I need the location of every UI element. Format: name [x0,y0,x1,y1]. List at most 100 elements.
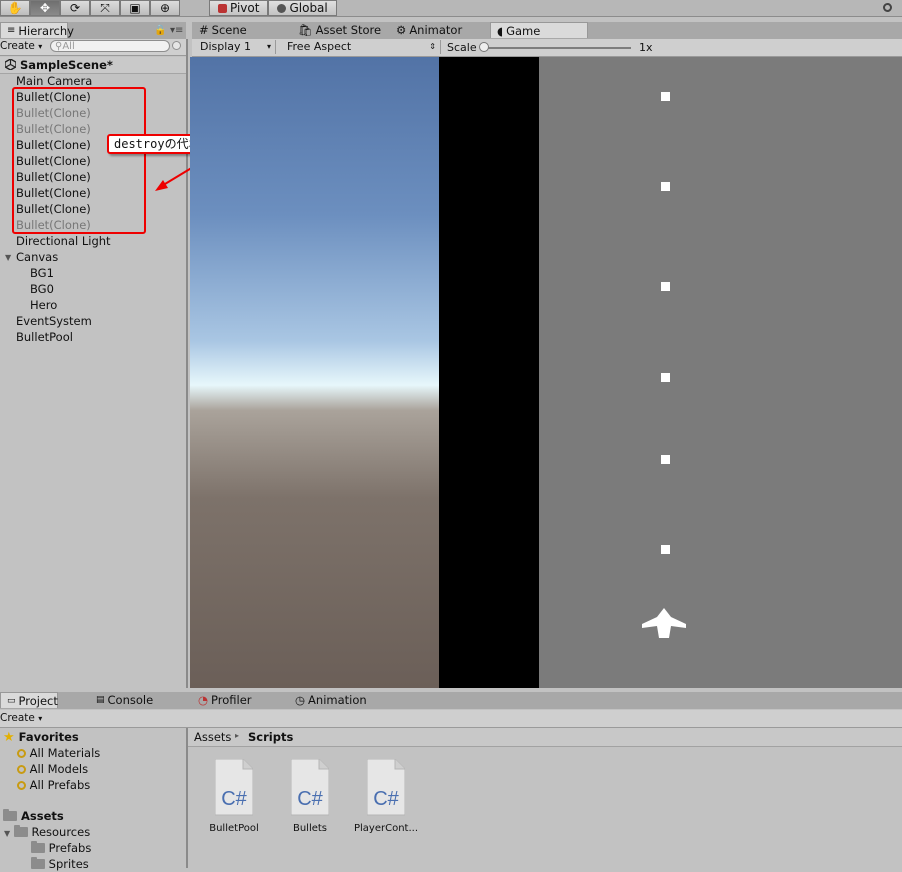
globe-icon [277,3,287,13]
display-dropdown[interactable]: Display 1 ▾ [196,40,276,54]
favorite-label: All Models [29,762,89,776]
hierarchy-item-directional-light[interactable]: Directional Light [16,233,111,249]
project-toolbar [0,710,902,728]
project-create-button[interactable]: Create ▾ [0,712,42,724]
tab-asset-store[interactable]: 🛍 Asset Store [292,22,387,38]
folder-icon [3,809,17,821]
bullet-sprite [661,545,670,554]
hierarchy-create-button[interactable]: Create ▾ [0,40,42,52]
rect-tool-button[interactable]: ▣ [120,0,150,16]
scale-slider-handle[interactable] [479,42,489,52]
expand-triangle-icon: ▼ [4,829,11,838]
assets-folder[interactable]: Assets [3,808,64,824]
pivot-label: Pivot [230,1,260,15]
tab-project[interactable]: ▭ Project [0,692,58,708]
hierarchy-item-bullet-pool[interactable]: BulletPool [16,329,73,345]
annotation-highlight-box [12,87,146,234]
file-label[interactable]: PlayerCont... [346,823,426,834]
pivot-toggle[interactable]: Pivot [209,0,269,16]
bullet-sprite [661,182,670,191]
transform-icon: ⊕ [159,1,171,15]
search-placeholder: All [62,41,75,52]
favorite-item[interactable]: All Models [17,761,88,777]
hierarchy-item-bg1[interactable]: BG1 [30,265,54,281]
tab-animator-label: Animator [409,23,463,37]
global-toggle[interactable]: Global [268,0,337,16]
scale-slider-track[interactable] [481,47,631,49]
csharp-file-icon[interactable]: C# [291,759,329,819]
folder-label: Sprites [48,857,89,871]
tab-profiler-label: Profiler [211,693,252,707]
bullet-sprite [661,92,670,101]
prefabs-folder[interactable]: Prefabs [31,840,91,856]
hierarchy-item-event-system[interactable]: EventSystem [16,313,92,329]
csharp-file-icon[interactable]: C# [215,759,253,819]
favorite-item[interactable]: All Materials [17,745,100,761]
favorites-header[interactable]: ★ Favorites [3,729,79,746]
console-icon: ▤ [96,695,105,705]
hierarchy-search-input[interactable]: ⚲All [50,40,170,52]
tab-hierarchy-label: Hierarchy [18,23,74,38]
hierarchy-item-canvas[interactable]: Canvas [16,249,58,265]
move-tool-button[interactable]: ✥ [30,0,60,16]
panel-menu-icon[interactable]: ▾≡ [170,25,183,36]
bullet-sprite [661,455,670,464]
store-icon: 🛍 [298,23,313,37]
favorite-label: All Prefabs [29,778,91,792]
bullet-sprite [661,282,670,291]
rotate-icon: ⟳ [69,1,81,15]
scale-value: 1x [639,41,653,54]
global-label: Global [289,1,328,15]
favorite-item[interactable]: All Prefabs [17,777,90,793]
tab-animator[interactable]: ⚙ Animator [390,22,468,38]
favorites-label: Favorites [18,730,79,744]
breadcrumb-assets[interactable]: Assets [194,730,231,744]
transform-tool-button[interactable]: ⊕ [150,0,180,16]
hierarchy-item-hero[interactable]: Hero [30,297,57,313]
lock-icon[interactable]: 🔒 [154,25,166,36]
game-viewport [539,57,902,688]
layout-icon[interactable] [883,3,892,12]
chevron-down-icon: ▾ [38,714,43,723]
tab-game[interactable]: ◖ Game [490,22,588,38]
folder-icon [13,825,28,837]
tab-animation-label: Animation [308,693,367,707]
svg-text:C#: C# [221,788,247,810]
file-label[interactable]: BulletPool [194,823,274,834]
tab-asset-store-label: Asset Store [315,23,382,37]
search-icon [17,765,26,774]
transform-tools: ✋ ✥ ⟳ ⤧ ▣ ⊕ [0,0,180,16]
chevron-down-icon: ▾ [38,42,43,51]
clock-icon: ◷ [295,693,306,707]
folder-icon [31,841,45,853]
hand-tool-button[interactable]: ✋ [0,0,30,16]
profiler-icon: ◔ [198,693,209,707]
scale-icon: ⤧ [100,0,110,15]
aspect-dropdown[interactable]: Free Aspect ⇕ [283,40,441,54]
tab-console[interactable]: ▤ Console [90,692,159,708]
search-clear-icon[interactable] [172,41,181,50]
tab-animation[interactable]: ◷ Animation [289,692,373,708]
expand-triangle-icon[interactable]: ▼ [5,253,11,262]
breadcrumb-scripts[interactable]: Scripts [248,730,293,744]
rotate-tool-button[interactable]: ⟳ [60,0,90,16]
file-label[interactable]: Bullets [270,823,350,834]
sprites-folder[interactable]: Sprites [31,856,89,872]
scale-tool-button[interactable]: ⤧ [90,0,120,16]
tab-hierarchy[interactable]: ≡ Hierarchy [0,22,74,38]
tab-scene[interactable]: # Scene [193,22,253,38]
csharp-file-icon[interactable]: C# [367,759,405,819]
folder-label: Prefabs [48,841,92,855]
rect-icon: ▣ [129,1,141,15]
bullet-sprite [661,373,670,382]
tab-game-label: Game [506,23,541,38]
chevron-down-icon: ▾ [266,42,271,51]
hero-ship-icon [642,608,686,638]
hierarchy-item-bg0[interactable]: BG0 [30,281,54,297]
search-icon [17,749,26,758]
aspect-label: Free Aspect [287,40,352,53]
breadcrumb [188,728,902,747]
hand-icon: ✋ [7,1,23,15]
tab-console-label: Console [107,693,154,707]
tab-profiler[interactable]: ◔ Profiler [192,692,258,708]
